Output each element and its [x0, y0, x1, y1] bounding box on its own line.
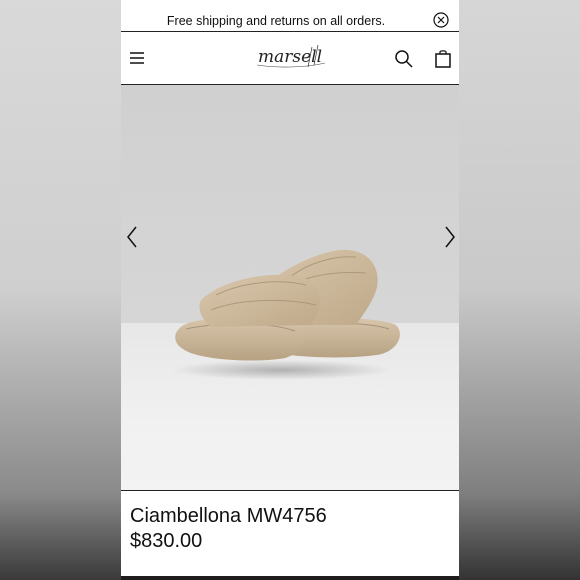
phone-screen: Free shipping and returns on all orders.… — [121, 0, 459, 576]
product-info: Ciambellona MW4756 $830.00 — [121, 490, 459, 576]
search-icon[interactable] — [394, 49, 414, 69]
product-price: $830.00 — [130, 530, 203, 552]
product-name: Ciambellona MW4756 — [130, 505, 327, 527]
marsell-logo[interactable]: marsell — [245, 43, 335, 71]
hamburger-menu-icon[interactable] — [129, 51, 145, 65]
announcement-bar: Free shipping and returns on all orders. — [121, 0, 459, 32]
logo-text: marsell — [258, 47, 322, 67]
site-header: marsell — [121, 33, 459, 85]
chevron-right-icon[interactable] — [443, 225, 457, 249]
chevron-left-icon[interactable] — [125, 225, 139, 249]
product-image-gallery[interactable] — [121, 85, 459, 490]
product-image — [171, 249, 400, 380]
announcement-text: Free shipping and returns on all orders. — [166, 14, 386, 28]
background-left — [0, 0, 121, 580]
background-right — [459, 0, 580, 580]
close-icon[interactable] — [433, 12, 449, 28]
shopping-bag-icon[interactable] — [434, 49, 452, 69]
